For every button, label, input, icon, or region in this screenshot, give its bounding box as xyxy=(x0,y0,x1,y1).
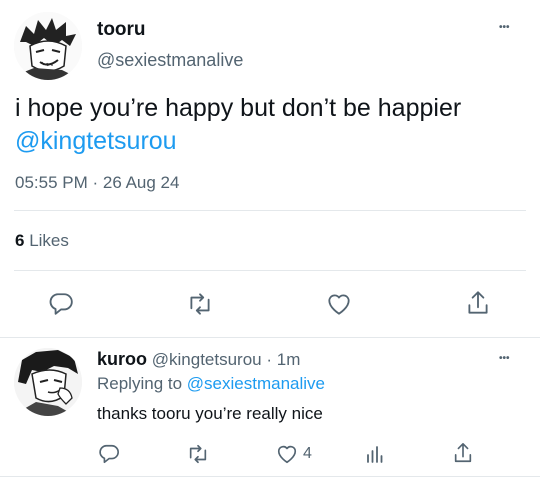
tweet-display-name[interactable]: tooru xyxy=(97,19,146,41)
replying-to-link[interactable]: @sexiestmanalive xyxy=(187,374,325,393)
tweet-text: i hope you’re happy but don’t be happier… xyxy=(15,92,525,158)
retweet-icon[interactable] xyxy=(186,291,214,317)
reply-like-count: 4 xyxy=(303,445,312,462)
retweet-icon[interactable] xyxy=(186,443,210,465)
share-icon[interactable] xyxy=(465,289,491,317)
divider xyxy=(0,337,540,338)
tweet-likes-stat[interactable]: 6 Likes xyxy=(15,231,69,251)
likes-count: 6 xyxy=(15,231,25,250)
reply-age[interactable]: · 1m xyxy=(266,350,300,369)
tweet-handle[interactable]: @sexiestmanalive xyxy=(97,50,243,71)
avatar-image-kuroo xyxy=(14,348,82,416)
tweet-timestamp[interactable]: 05:55 PM · 26 Aug 24 xyxy=(15,173,179,193)
like-icon[interactable] xyxy=(325,291,353,317)
tweet-mention-link[interactable]: @kingtetsurou xyxy=(15,127,177,155)
divider xyxy=(14,210,526,211)
reply-header: kuroo @kingtetsurou · 1m xyxy=(97,349,300,370)
reply-display-name[interactable]: kuroo xyxy=(97,349,147,369)
like-icon[interactable] xyxy=(275,443,299,465)
reply-icon[interactable] xyxy=(98,443,120,465)
reply-icon[interactable] xyxy=(48,291,74,317)
analytics-icon[interactable] xyxy=(365,444,385,464)
reply-more-options[interactable]: ••• xyxy=(499,353,510,364)
avatar-tooru[interactable] xyxy=(14,12,82,80)
share-icon[interactable] xyxy=(452,441,474,465)
divider xyxy=(14,270,526,271)
likes-label: Likes xyxy=(29,231,69,250)
reply-handle[interactable]: @kingtetsurou xyxy=(152,350,262,369)
divider xyxy=(0,476,540,477)
avatar-kuroo[interactable] xyxy=(14,348,82,416)
reply-text: thanks tooru you’re really nice xyxy=(97,404,323,423)
avatar-image-tooru xyxy=(14,12,82,80)
tweet-body: i hope you’re happy but don’t be happier xyxy=(15,94,462,122)
replying-to-label: Replying to xyxy=(97,374,183,393)
tweet-more-options[interactable]: ••• xyxy=(499,22,510,33)
replying-to-line: Replying to @sexiestmanalive xyxy=(97,374,325,394)
